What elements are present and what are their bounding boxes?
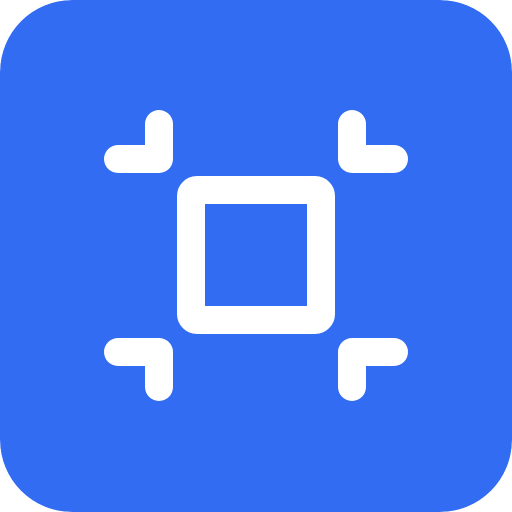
select-region-icon — [0, 0, 512, 512]
app-icon — [0, 0, 512, 512]
icon-background — [0, 0, 512, 512]
